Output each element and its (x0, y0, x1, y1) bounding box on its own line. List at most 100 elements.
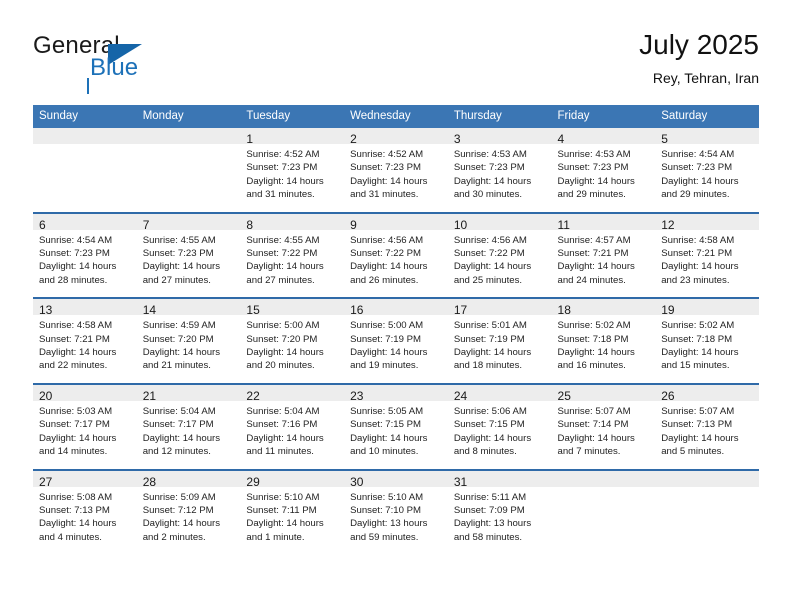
calendar-week-row: 27 Sunrise: 5:08 AM Sunset: 7:13 PM Dayligh… (33, 468, 759, 555)
calendar-day-cell[interactable]: 4 Sunrise: 4:53 AM Sunset: 7:23 PM Daylight… (551, 128, 656, 213)
calendar-day-cell[interactable]: 22 Sunrise: 5:04 AM Sunset: 7:16 PM Dayligh… (240, 382, 345, 470)
daylight-text: Daylight: 14 hours and 7 minutes. (557, 432, 635, 458)
day-number (136, 128, 241, 144)
calendar-day-cell[interactable]: 8 Sunrise: 4:55 AM Sunset: 7:22 PM Daylight… (240, 211, 345, 299)
calendar-day-cell[interactable]: 19 Sunrise: 5:02 AM Sunset: 7:18 PM Dayligh… (655, 297, 759, 384)
day-info: Sunrise: 5:07 AM Sunset: 7:14 PM Daylight:… (552, 401, 656, 469)
brand-name-blue: Blue (90, 54, 139, 81)
day-info: Sunrise: 4:57 AM Sunset: 7:21 PM Daylight:… (552, 230, 656, 298)
calendar-day-cell[interactable]: 7 Sunrise: 4:55 AM Sunset: 7:23 PM Daylight… (136, 211, 241, 299)
daylight-text: Daylight: 14 hours and 25 minutes. (453, 261, 532, 286)
calendar-day-cell-empty (551, 468, 656, 555)
daylight-text: Daylight: 14 hours and 12 minutes. (142, 432, 221, 458)
sunset-text: Sunset: 7:22 PM (350, 248, 422, 260)
calendar-day-cell[interactable]: 15 Sunrise: 5:00 AM Sunset: 7:20 PM Dayligh… (240, 297, 345, 384)
calendar-day-cell[interactable]: 17 Sunrise: 5:01 AM Sunset: 7:19 PM Dayligh… (447, 297, 552, 384)
daylight-text: Daylight: 14 hours and 5 minutes. (661, 432, 739, 458)
calendar-day-cell[interactable]: 28 Sunrise: 5:09 AM Sunset: 7:12 PM Dayligh… (136, 468, 241, 555)
daylight-text: Daylight: 14 hours and 31 minutes. (246, 175, 324, 201)
calendar-day-cell[interactable]: 11 Sunrise: 4:57 AM Sunset: 7:21 PM Dayligh… (551, 211, 656, 299)
calendar-day-cell[interactable]: 6 Sunrise: 4:54 AM Sunset: 7:23 PM Daylight… (33, 211, 137, 299)
sunset-text: Sunset: 7:21 PM (39, 333, 110, 345)
calendar-day-cell[interactable]: 12 Sunrise: 4:58 AM Sunset: 7:21 PM Dayligh… (655, 211, 759, 299)
daylight-text: Daylight: 14 hours and 31 minutes. (350, 175, 428, 201)
day-info (137, 144, 241, 206)
calendar-day-cell[interactable]: 16 Sunrise: 5:00 AM Sunset: 7:19 PM Dayligh… (344, 297, 448, 384)
daylight-text: Daylight: 14 hours and 14 minutes. (39, 432, 117, 458)
calendar-week-row: 13 Sunrise: 4:58 AM Sunset: 7:21 PM Dayligh… (33, 297, 759, 384)
calendar-day-cell[interactable]: 5 Sunrise: 4:54 AM Sunset: 7:23 PM Daylight… (655, 128, 759, 213)
calendar-week-row: 6 Sunrise: 4:54 AM Sunset: 7:23 PM Daylight… (33, 211, 759, 299)
calendar-day-cell[interactable]: 9 Sunrise: 4:56 AM Sunset: 7:22 PM Daylight… (344, 211, 448, 299)
sunset-text: Sunset: 7:23 PM (246, 162, 318, 174)
calendar-day-cell[interactable]: 21 Sunrise: 5:04 AM Sunset: 7:17 PM Dayligh… (136, 382, 241, 470)
daylight-text: Daylight: 14 hours and 24 minutes. (557, 261, 635, 286)
calendar-day-cell[interactable]: 30 Sunrise: 5:10 AM Sunset: 7:10 PM Dayligh… (344, 468, 448, 555)
daylight-text: Daylight: 14 hours and 11 minutes. (246, 432, 324, 458)
calendar-day-cell[interactable]: 23 Sunrise: 5:05 AM Sunset: 7:15 PM Dayligh… (344, 382, 448, 470)
sunset-text: Sunset: 7:13 PM (39, 504, 110, 516)
sunset-text: Sunset: 7:22 PM (453, 248, 525, 260)
daylight-text: Daylight: 14 hours and 27 minutes. (246, 261, 324, 286)
daylight-text: Daylight: 14 hours and 15 minutes. (661, 347, 739, 372)
day-number: 29 (240, 470, 345, 489)
day-number: 15 (240, 299, 345, 317)
calendar-day-cell[interactable]: 18 Sunrise: 5:02 AM Sunset: 7:18 PM Dayligh… (551, 297, 656, 384)
sunrise-text: Sunrise: 5:11 AM (453, 491, 527, 503)
day-info: Sunrise: 5:10 AM Sunset: 7:11 PM Daylight:… (240, 487, 344, 555)
day-info: Sunrise: 5:05 AM Sunset: 7:15 PM Daylight:… (344, 401, 448, 469)
day-info: Sunrise: 4:52 AM Sunset: 7:23 PM Daylight:… (240, 144, 344, 212)
sunset-text: Sunset: 7:10 PM (350, 504, 422, 516)
day-number: 10 (447, 213, 552, 232)
day-number: 3 (447, 128, 552, 146)
day-number: 25 (551, 384, 656, 403)
daylight-text: Daylight: 14 hours and 27 minutes. (142, 261, 221, 286)
sunrise-text: Sunrise: 4:53 AM (557, 149, 631, 160)
calendar-day-cell[interactable]: 31 Sunrise: 5:11 AM Sunset: 7:09 PM Dayligh… (447, 468, 552, 555)
calendar-day-cell[interactable]: 2 Sunrise: 4:52 AM Sunset: 7:23 PM Daylight… (344, 128, 448, 213)
sunset-text: Sunset: 7:15 PM (350, 419, 422, 431)
calendar-day-cell[interactable]: 29 Sunrise: 5:10 AM Sunset: 7:11 PM Dayligh… (240, 468, 345, 555)
sunrise-text: Sunrise: 4:54 AM (39, 234, 113, 246)
sunrise-text: Sunrise: 5:10 AM (246, 491, 320, 503)
sunset-text: Sunset: 7:23 PM (453, 162, 525, 174)
calendar-day-cell[interactable]: 1 Sunrise: 4:52 AM Sunset: 7:23 PM Daylight… (240, 128, 345, 213)
weekday-header-wednesday: Wednesday (344, 105, 448, 128)
daylight-text: Daylight: 14 hours and 10 minutes. (350, 432, 428, 458)
weekday-header-sunday: Sunday (33, 105, 137, 128)
sunrise-text: Sunrise: 5:04 AM (246, 405, 320, 417)
calendar-day-cell[interactable]: 3 Sunrise: 4:53 AM Sunset: 7:23 PM Daylight… (447, 128, 552, 213)
calendar-day-cell[interactable]: 27 Sunrise: 5:08 AM Sunset: 7:13 PM Dayligh… (33, 468, 137, 555)
sunset-text: Sunset: 7:16 PM (246, 419, 318, 431)
sunset-text: Sunset: 7:17 PM (39, 419, 110, 431)
day-number: 30 (344, 470, 448, 489)
day-number: 1 (240, 128, 345, 146)
calendar-day-cell[interactable]: 26 Sunrise: 5:07 AM Sunset: 7:13 PM Dayligh… (655, 382, 759, 470)
sunrise-text: Sunrise: 5:05 AM (350, 405, 424, 417)
calendar-day-cell[interactable]: 14 Sunrise: 4:59 AM Sunset: 7:20 PM Dayligh… (136, 297, 241, 384)
sunset-text: Sunset: 7:11 PM (246, 504, 317, 516)
sunrise-text: Sunrise: 5:09 AM (142, 491, 216, 503)
sunrise-text: Sunrise: 4:54 AM (661, 149, 735, 160)
daylight-text: Daylight: 14 hours and 30 minutes. (453, 175, 532, 201)
sunrise-sunset-calendar-table: Sunday Monday Tuesday Wednesday Thursday… (33, 105, 759, 555)
day-info (33, 144, 137, 206)
day-number: 8 (240, 213, 345, 232)
calendar-day-cell[interactable]: 13 Sunrise: 4:58 AM Sunset: 7:21 PM Dayligh… (33, 297, 137, 384)
day-number: 13 (33, 299, 137, 317)
day-number: 16 (344, 299, 448, 317)
day-number: 31 (447, 470, 552, 489)
calendar-day-cell[interactable]: 10 Sunrise: 4:56 AM Sunset: 7:22 PM Dayligh… (447, 211, 552, 299)
day-info: Sunrise: 4:59 AM Sunset: 7:20 PM Daylight:… (137, 315, 241, 383)
calendar-page: General Blue July 2025 Rey, Tehran, Iran… (0, 0, 792, 612)
calendar-day-cell[interactable]: 20 Sunrise: 5:03 AM Sunset: 7:17 PM Dayligh… (33, 382, 137, 470)
title-block: July 2025 Rey, Tehran, Iran (639, 28, 759, 88)
calendar-day-cell[interactable]: 25 Sunrise: 5:07 AM Sunset: 7:14 PM Dayligh… (551, 382, 656, 470)
sunset-text: Sunset: 7:15 PM (453, 419, 525, 431)
sunset-text: Sunset: 7:09 PM (453, 504, 525, 516)
sunrise-text: Sunrise: 4:58 AM (39, 320, 113, 332)
calendar-body: 1 Sunrise: 4:52 AM Sunset: 7:23 PM Daylight… (33, 128, 759, 555)
brand-logo: General Blue (33, 32, 293, 94)
calendar-day-cell[interactable]: 24 Sunrise: 5:06 AM Sunset: 7:15 PM Dayligh… (447, 382, 552, 470)
sunset-text: Sunset: 7:22 PM (246, 248, 318, 260)
